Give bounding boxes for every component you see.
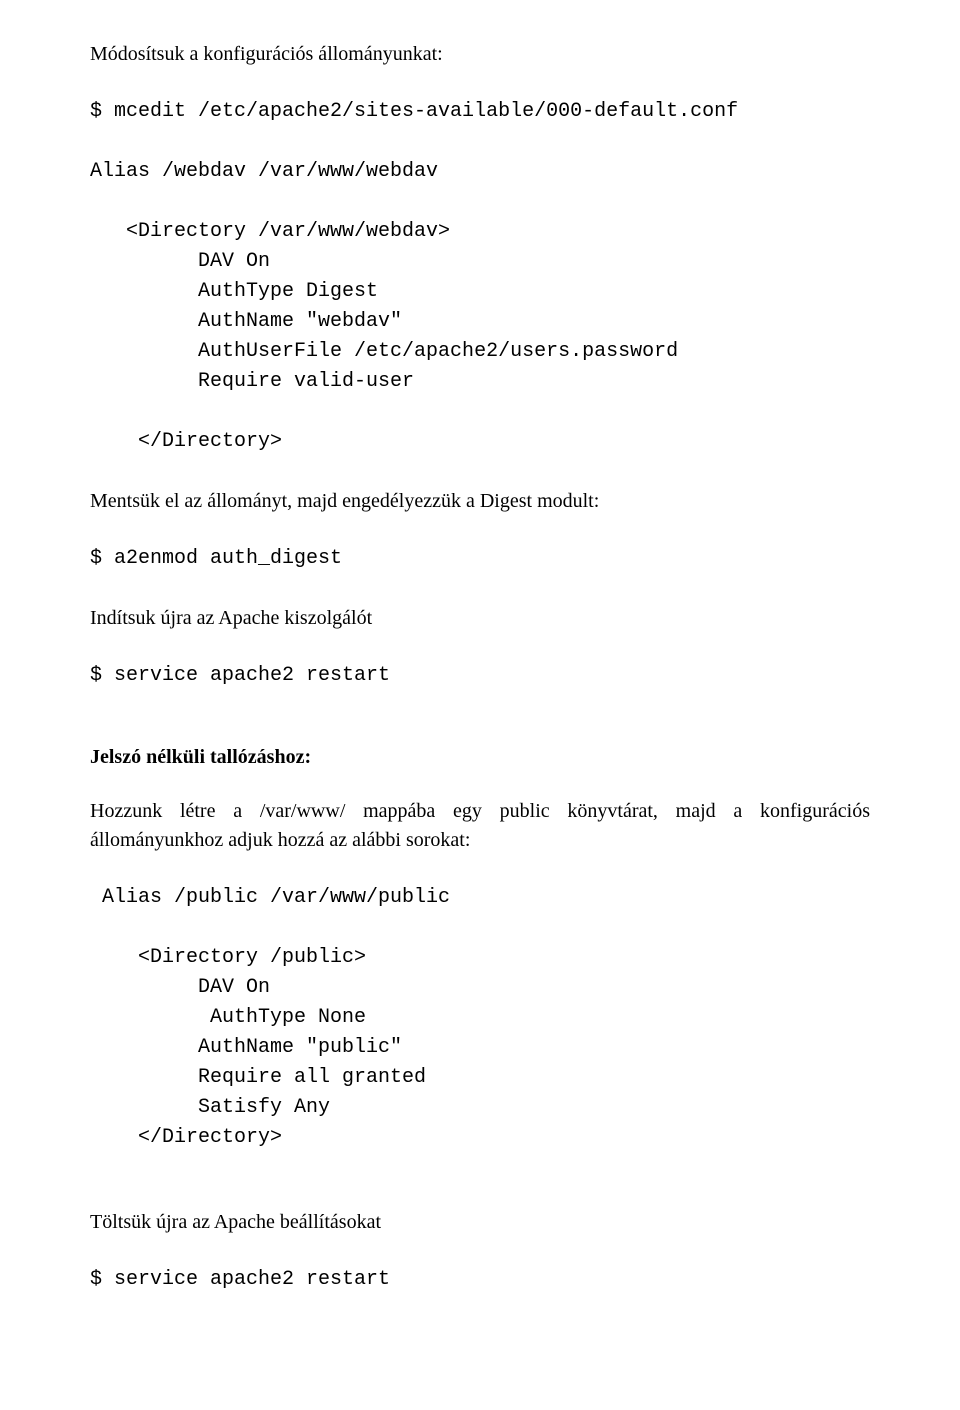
command-restart-2: $ service apache2 restart — [90, 1265, 870, 1295]
command-restart-1: $ service apache2 restart — [90, 661, 870, 691]
config-line: <Directory /public> — [90, 943, 870, 973]
command-mcedit: $ mcedit /etc/apache2/sites-available/00… — [90, 97, 870, 127]
heading-no-password: Jelszó nélküli tallózáshoz: — [90, 746, 870, 769]
config-line: AuthType None — [90, 1003, 870, 1033]
paragraph-restart: Indítsuk újra az Apache kiszolgálót — [90, 604, 870, 633]
config-line: DAV On — [90, 973, 870, 1003]
config-close-block-1: </Directory> — [90, 427, 870, 457]
config-line: AuthName "webdav" — [90, 307, 870, 337]
paragraph-save: Mentsük el az állományt, majd engedélyez… — [90, 487, 870, 516]
config-line: DAV On — [90, 247, 870, 277]
command-block-1: $ mcedit /etc/apache2/sites-available/00… — [90, 97, 870, 127]
command-block-3: $ service apache2 restart — [90, 661, 870, 691]
config-line: AuthUserFile /etc/apache2/users.password — [90, 337, 870, 367]
config-directory-block-1: <Directory /var/www/webdav> DAV On AuthT… — [90, 217, 870, 397]
config-line: AuthName "public" — [90, 1033, 870, 1063]
config-line: Satisfy Any — [90, 1093, 870, 1123]
config-block-1: Alias /webdav /var/www/webdav — [90, 157, 870, 187]
config-line: </Directory> — [90, 1123, 870, 1153]
command-block-2: $ a2enmod auth_digest — [90, 544, 870, 574]
intro-paragraph: Módosítsuk a konfigurációs állományunkat… — [90, 40, 870, 69]
document-page: Módosítsuk a konfigurációs állományunkat… — [0, 0, 960, 1355]
config-line: AuthType Digest — [90, 277, 870, 307]
config-line: Require valid-user — [90, 367, 870, 397]
config-line: </Directory> — [90, 427, 870, 457]
command-a2enmod: $ a2enmod auth_digest — [90, 544, 870, 574]
paragraph-public: Hozzunk létre a /var/www/ mappába egy pu… — [90, 797, 870, 855]
config-line: Alias /public /var/www/public — [90, 883, 870, 913]
config-line: Alias /webdav /var/www/webdav — [90, 157, 870, 187]
config-directory-block-2: <Directory /public> DAV On AuthType None… — [90, 943, 870, 1153]
paragraph-reload: Töltsük újra az Apache beállításokat — [90, 1208, 870, 1237]
config-block-2: Alias /public /var/www/public — [90, 883, 870, 913]
command-block-4: $ service apache2 restart — [90, 1265, 870, 1295]
config-line: Require all granted — [90, 1063, 870, 1093]
config-line: <Directory /var/www/webdav> — [90, 217, 870, 247]
